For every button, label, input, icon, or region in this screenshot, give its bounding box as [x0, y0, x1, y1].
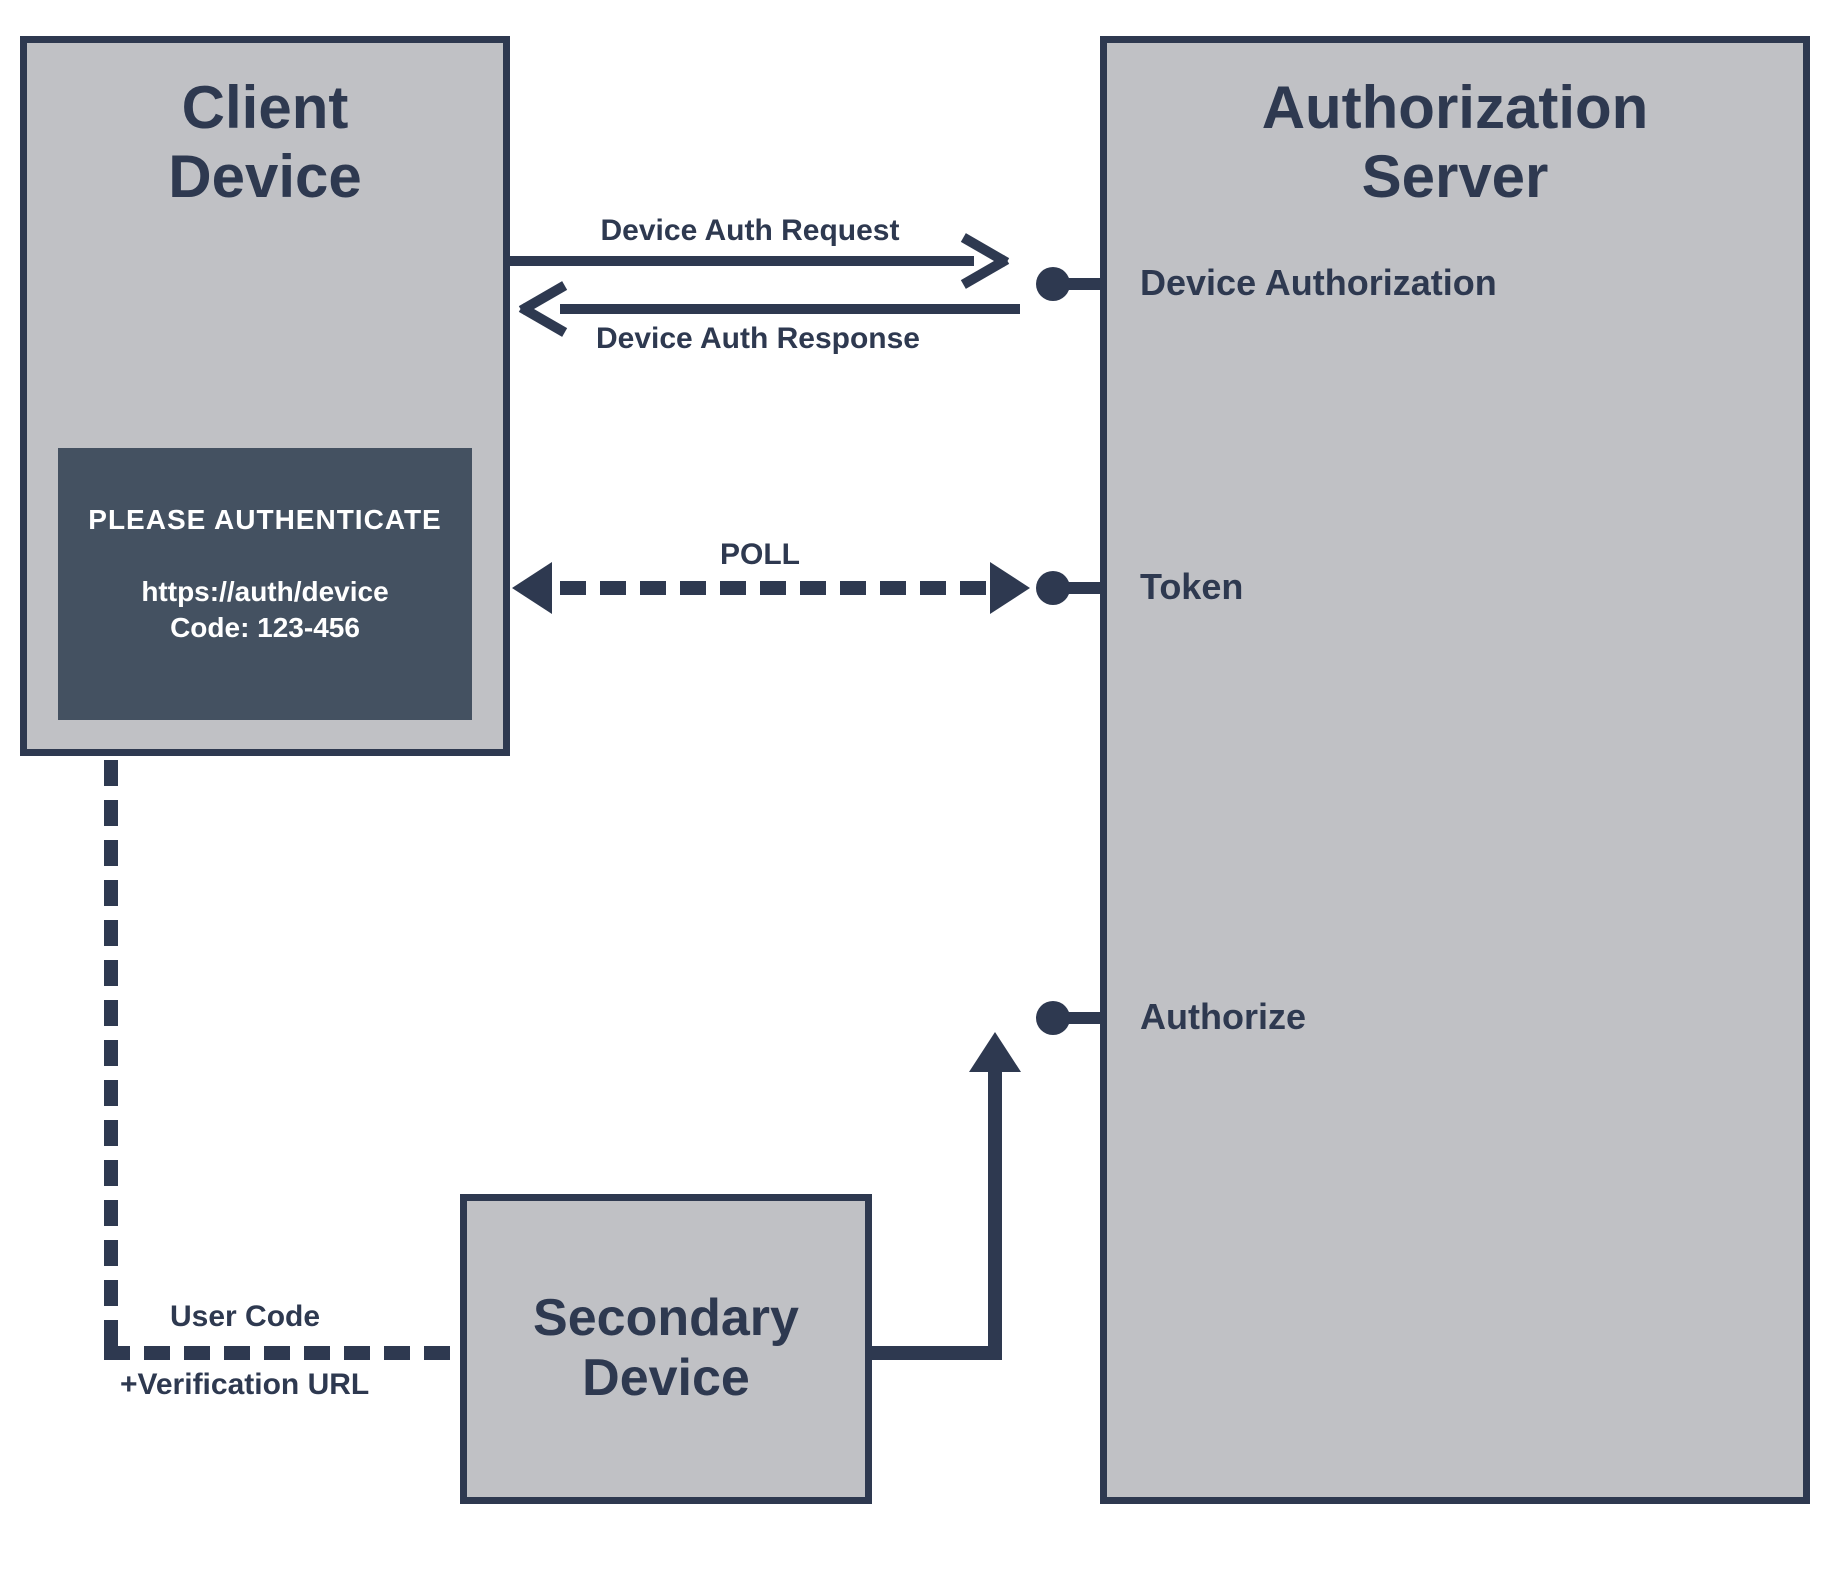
client-device-title-line2: Device: [168, 143, 361, 210]
secondary-device-title: Secondary Device: [533, 1289, 799, 1409]
line-secondary-to-authorize-h: [872, 1346, 1002, 1360]
label-device-auth-request: Device Auth Request: [570, 214, 930, 248]
client-device-title-line1: Client: [182, 74, 349, 141]
arrowhead-left-poll: [512, 562, 552, 614]
endpoint-dot-device-auth: [1036, 267, 1070, 301]
label-verification-url: +Verification URL: [120, 1368, 369, 1402]
auth-panel-url: https://auth/device: [58, 576, 472, 608]
endpoint-label-device-auth: Device Authorization: [1140, 262, 1497, 304]
secondary-device-box: Secondary Device: [460, 1194, 872, 1504]
line-secondary-to-authorize-v: [988, 1068, 1002, 1360]
label-user-code: User Code: [170, 1300, 320, 1334]
endpoint-dot-authorize: [1036, 1001, 1070, 1035]
auth-panel-header: PLEASE AUTHENTICATE: [58, 504, 472, 536]
device-flow-diagram: Client Device PLEASE AUTHENTICATE https:…: [0, 0, 1831, 1577]
auth-server-title-line2: Server: [1362, 143, 1549, 210]
endpoint-label-token: Token: [1140, 566, 1243, 608]
auth-panel-code: Code: 123-456: [58, 612, 472, 644]
dash-line-client-to-secondary-h: [104, 1346, 464, 1360]
client-auth-panel: PLEASE AUTHENTICATE https://auth/device …: [58, 448, 472, 720]
endpoint-label-authorize: Authorize: [1140, 996, 1306, 1038]
endpoint-dot-token: [1036, 571, 1070, 605]
arrow-line-device-auth-request: [510, 256, 974, 266]
client-device-title: Client Device: [27, 73, 503, 211]
arrowhead-up-authorize: [969, 1032, 1021, 1072]
auth-server-title-line1: Authorization: [1262, 74, 1649, 141]
arrowhead-right-poll: [990, 562, 1030, 614]
label-device-auth-response: Device Auth Response: [568, 322, 948, 356]
auth-server-title: Authorization Server: [1107, 73, 1803, 211]
label-poll: POLL: [720, 538, 800, 572]
dash-line-poll: [560, 581, 990, 595]
dash-line-client-to-secondary-v: [104, 760, 118, 1360]
secondary-device-title-line2: Device: [582, 1349, 750, 1407]
arrow-line-device-auth-response: [560, 304, 1020, 314]
secondary-device-title-line1: Secondary: [533, 1289, 799, 1347]
authorization-server-box: Authorization Server: [1100, 36, 1810, 1504]
